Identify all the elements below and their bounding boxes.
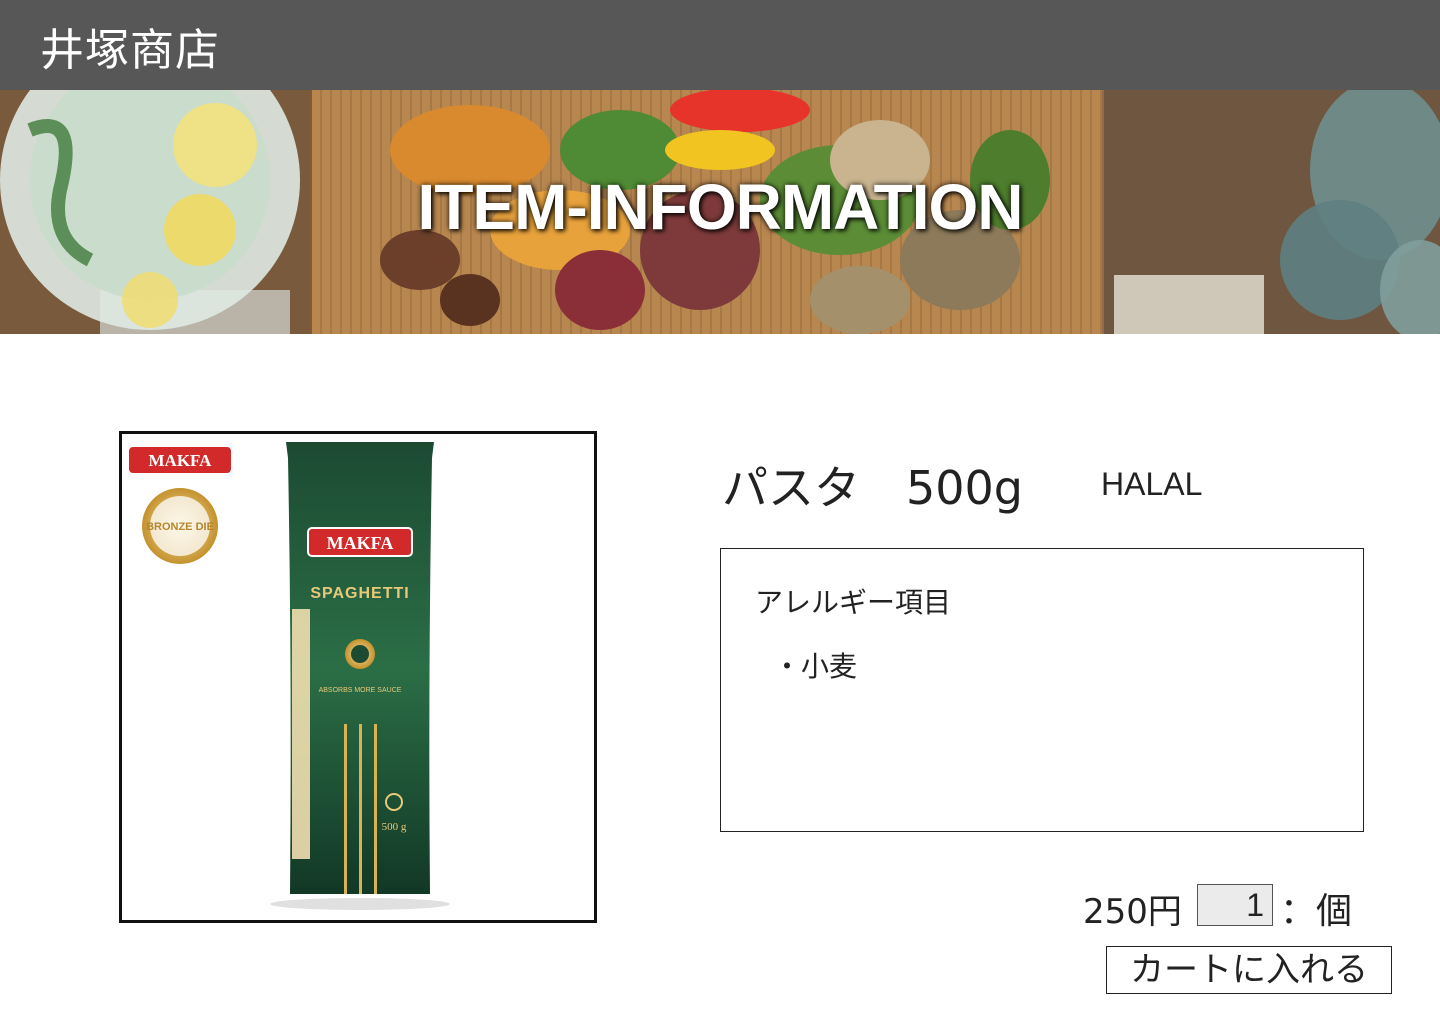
- shop-name: 井塚商店: [40, 25, 220, 76]
- brand-logo: MAKFA: [127, 445, 233, 475]
- bronze-die-badge-text: BRONZE DIE: [146, 521, 214, 533]
- package-weight-text: 500 g: [382, 821, 407, 833]
- allergy-title: アレルギー項目: [755, 586, 952, 619]
- halal-tag: HALAL: [1101, 466, 1203, 502]
- price-label: 250円: [1083, 892, 1182, 932]
- package-label-text: SPAGHETTI: [310, 585, 409, 602]
- spaghetti-package: MAKFA SPAGHETTI ABSORBS MORE SAUCE 500 g: [270, 442, 450, 910]
- allergy-item: ・小麦: [773, 650, 858, 683]
- header-bar: 井塚商店: [0, 0, 1440, 90]
- product-image: MAKFA BRONZE DIE MAKFA SPAGHETTI ABSORBS…: [127, 442, 450, 910]
- product-image-frame: MAKFA BRONZE DIE MAKFA SPAGHETTI ABSORBS…: [119, 431, 597, 923]
- banner: ITEM-INFORMATION: [0, 90, 1440, 334]
- banner-title: ITEM-INFORMATION: [417, 171, 1024, 243]
- package-sublabel-text: ABSORBS MORE SAUCE: [319, 687, 402, 694]
- brand-logo-text: MAKFA: [149, 451, 213, 470]
- quantity-unit-label: ：個: [1280, 891, 1353, 932]
- allergy-box: アレルギー項目 ・小麦: [720, 548, 1364, 832]
- product-name: パスタ 500g: [722, 461, 1023, 515]
- bronze-die-badge: BRONZE DIE: [142, 488, 218, 564]
- quantity-input[interactable]: [1197, 884, 1273, 926]
- add-to-cart-button[interactable]: カートに入れる: [1106, 946, 1392, 994]
- package-brand-text: MAKFA: [327, 533, 394, 553]
